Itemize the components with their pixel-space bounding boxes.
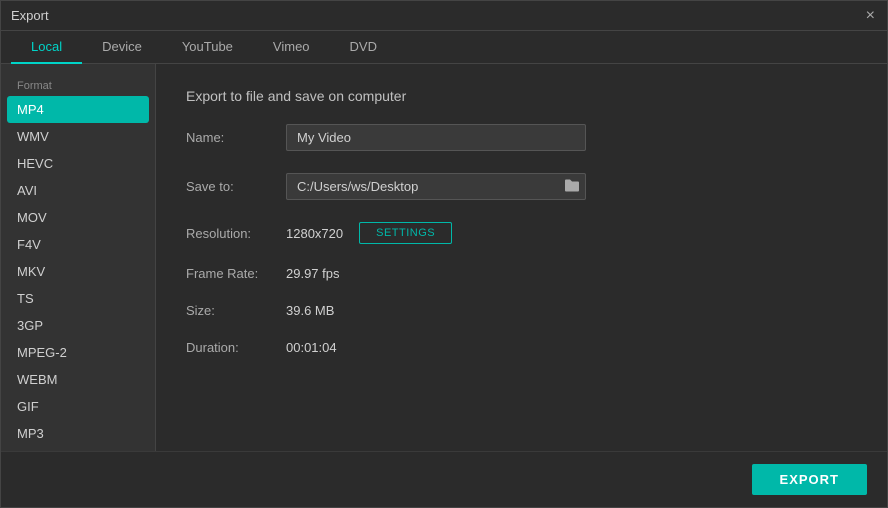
title-bar: Export × (1, 1, 887, 31)
folder-icon (564, 178, 580, 192)
content-area: Format MP4 WMV HEVC AVI MOV F4V MKV TS 3… (1, 64, 887, 451)
footer: EXPORT (1, 451, 887, 507)
format-item-mov[interactable]: MOV (1, 204, 155, 231)
tab-vimeo[interactable]: Vimeo (253, 31, 330, 64)
format-item-f4v[interactable]: F4V (1, 231, 155, 258)
save-to-row: Save to: (186, 173, 857, 200)
name-input[interactable] (286, 124, 586, 151)
save-to-wrapper (286, 173, 586, 200)
export-button[interactable]: EXPORT (752, 464, 867, 495)
format-item-mp3[interactable]: MP3 (1, 420, 155, 447)
format-item-mpeg2[interactable]: MPEG-2 (1, 339, 155, 366)
resolution-content: 1280x720 SETTINGS (286, 222, 452, 244)
main-content: Export to file and save on computer Name… (156, 64, 887, 451)
tab-bar: Local Device YouTube Vimeo DVD (1, 31, 887, 64)
frame-rate-value: 29.97 fps (286, 266, 340, 281)
resolution-value: 1280x720 (286, 226, 343, 241)
duration-value: 00:01:04 (286, 340, 337, 355)
format-item-wmv[interactable]: WMV (1, 123, 155, 150)
close-button[interactable]: × (864, 8, 877, 24)
tab-dvd[interactable]: DVD (330, 31, 397, 64)
window-title: Export (11, 8, 49, 23)
section-title: Export to file and save on computer (186, 88, 857, 104)
browse-folder-button[interactable] (564, 178, 580, 195)
resolution-row: Resolution: 1280x720 SETTINGS (186, 222, 857, 244)
frame-rate-label: Frame Rate: (186, 266, 286, 281)
format-label: Format (1, 74, 155, 96)
settings-button[interactable]: SETTINGS (359, 222, 452, 244)
format-item-gif[interactable]: GIF (1, 393, 155, 420)
name-row: Name: (186, 124, 857, 151)
size-label: Size: (186, 303, 286, 318)
format-item-3gp[interactable]: 3GP (1, 312, 155, 339)
name-label: Name: (186, 130, 286, 145)
export-window: Export × Local Device YouTube Vimeo DVD … (0, 0, 888, 508)
save-to-input[interactable] (286, 173, 586, 200)
format-item-avi[interactable]: AVI (1, 177, 155, 204)
format-item-webm[interactable]: WEBM (1, 366, 155, 393)
resolution-label: Resolution: (186, 226, 286, 241)
format-item-hevc[interactable]: HEVC (1, 150, 155, 177)
format-item-mkv[interactable]: MKV (1, 258, 155, 285)
save-to-label: Save to: (186, 179, 286, 194)
duration-row: Duration: 00:01:04 (186, 340, 857, 355)
size-value: 39.6 MB (286, 303, 334, 318)
frame-rate-row: Frame Rate: 29.97 fps (186, 266, 857, 281)
size-row: Size: 39.6 MB (186, 303, 857, 318)
format-item-ts[interactable]: TS (1, 285, 155, 312)
tab-local[interactable]: Local (11, 31, 82, 64)
sidebar: Format MP4 WMV HEVC AVI MOV F4V MKV TS 3… (1, 64, 156, 451)
tab-device[interactable]: Device (82, 31, 162, 64)
format-item-mp4[interactable]: MP4 (7, 96, 149, 123)
tab-youtube[interactable]: YouTube (162, 31, 253, 64)
duration-label: Duration: (186, 340, 286, 355)
